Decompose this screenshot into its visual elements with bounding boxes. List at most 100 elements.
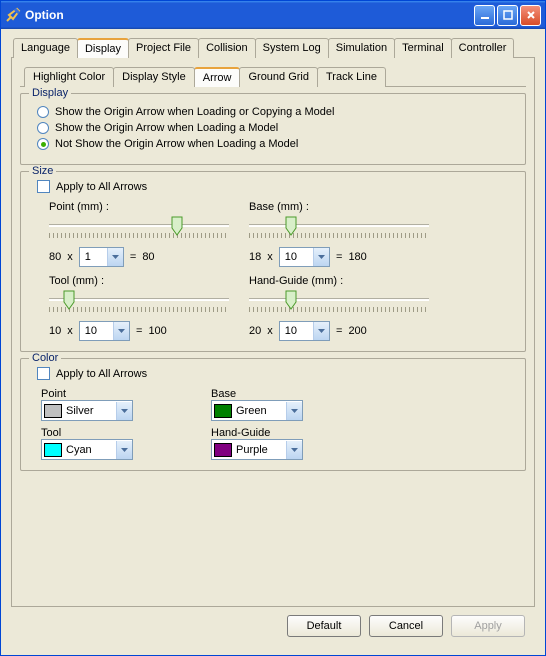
base-value: 18	[249, 251, 261, 263]
point-size-block: Point (mm) : 80 x 1 = 80	[49, 201, 229, 267]
hand-guide-label: Hand-Guide (mm) :	[249, 275, 429, 287]
color-swatch	[44, 404, 62, 418]
apply-all-arrows-size[interactable]: Apply to All Arrows	[37, 180, 515, 193]
slider-thumb[interactable]	[285, 290, 297, 310]
chevron-down-icon	[113, 322, 129, 340]
point-label: Point (mm) :	[49, 201, 229, 213]
radio-label: Not Show the Origin Arrow when Loading a…	[55, 138, 298, 150]
subtab-arrow[interactable]: Arrow	[194, 67, 241, 87]
result-value: 200	[348, 325, 366, 337]
color-swatch	[214, 443, 232, 457]
tool-mult-dropdown[interactable]: 10	[79, 321, 130, 341]
app-icon	[5, 7, 21, 23]
base-value: 20	[249, 325, 261, 337]
size-group-label: Size	[29, 165, 56, 177]
subtab-display-style[interactable]: Display Style	[113, 67, 195, 87]
sub-tabstrip: Highlight Color Display Style Arrow Grou…	[20, 66, 526, 87]
color-group-label: Color	[29, 352, 61, 364]
tool-slider[interactable]	[49, 293, 229, 315]
chevron-down-icon	[286, 441, 302, 459]
slider-thumb[interactable]	[63, 290, 75, 310]
chevron-down-icon	[116, 402, 132, 420]
minimize-button[interactable]	[474, 5, 495, 26]
radio-icon	[37, 122, 49, 134]
window-title: Option	[25, 8, 474, 22]
chevron-down-icon	[286, 402, 302, 420]
hand-guide-color-dropdown[interactable]: Purple	[211, 439, 303, 460]
color-swatch	[44, 443, 62, 457]
hand-guide-color-label: Hand-Guide	[211, 427, 371, 439]
radio-show-loading-copying[interactable]: Show the Origin Arrow when Loading or Co…	[37, 106, 515, 118]
tab-language[interactable]: Language	[13, 38, 78, 58]
base-mult-dropdown[interactable]: 10	[279, 247, 330, 267]
base-slider[interactable]	[249, 219, 429, 241]
checkbox-icon	[37, 367, 50, 380]
titlebar[interactable]: Option	[1, 1, 545, 29]
tab-display[interactable]: Display	[77, 38, 129, 58]
base-color-label: Base	[211, 388, 371, 400]
tab-controller[interactable]: Controller	[451, 38, 515, 58]
main-tabstrip: Language Display Project File Collision …	[11, 37, 535, 58]
cancel-button[interactable]: Cancel	[369, 615, 443, 637]
result-value: 80	[142, 251, 154, 263]
color-group: Color Apply to All Arrows Point Silver	[20, 358, 526, 471]
radio-label: Show the Origin Arrow when Loading a Mod…	[55, 122, 278, 134]
apply-all-arrows-color[interactable]: Apply to All Arrows	[37, 367, 515, 380]
slider-thumb[interactable]	[285, 216, 297, 236]
tab-body: Highlight Color Display Style Arrow Grou…	[11, 58, 535, 607]
checkbox-icon	[37, 180, 50, 193]
radio-icon	[37, 138, 49, 150]
base-size-block: Base (mm) : 18 x 10 = 180	[249, 201, 429, 267]
point-color-dropdown[interactable]: Silver	[41, 400, 133, 421]
base-color-dropdown[interactable]: Green	[211, 400, 303, 421]
tool-color-dropdown[interactable]: Cyan	[41, 439, 133, 460]
radio-not-show[interactable]: Not Show the Origin Arrow when Loading a…	[37, 138, 515, 150]
option-window: Option Language Display Project File Col…	[0, 0, 546, 656]
point-mult-dropdown[interactable]: 1	[79, 247, 124, 267]
hand-guide-slider[interactable]	[249, 293, 429, 315]
slider-thumb[interactable]	[171, 216, 183, 236]
subtab-highlight-color[interactable]: Highlight Color	[24, 67, 114, 87]
base-label: Base (mm) :	[249, 201, 429, 213]
checkbox-label: Apply to All Arrows	[56, 181, 147, 193]
maximize-button[interactable]	[497, 5, 518, 26]
close-button[interactable]	[520, 5, 541, 26]
point-color-block: Point Silver	[41, 388, 201, 421]
base-value: 10	[49, 325, 61, 337]
tool-color-block: Tool Cyan	[41, 427, 201, 460]
tab-terminal[interactable]: Terminal	[394, 38, 452, 58]
color-swatch	[214, 404, 232, 418]
size-group: Size Apply to All Arrows Point (mm) :	[20, 171, 526, 352]
result-value: 100	[148, 325, 166, 337]
radio-label: Show the Origin Arrow when Loading or Co…	[55, 106, 334, 118]
point-color-label: Point	[41, 388, 201, 400]
tab-project-file[interactable]: Project File	[128, 38, 199, 58]
chevron-down-icon	[116, 441, 132, 459]
chevron-down-icon	[107, 248, 123, 266]
base-color-block: Base Green	[211, 388, 371, 421]
tab-system-log[interactable]: System Log	[255, 38, 329, 58]
display-group: Display Show the Origin Arrow when Loadi…	[20, 93, 526, 165]
chevron-down-icon	[313, 322, 329, 340]
tool-size-block: Tool (mm) : 10 x 10 = 100	[49, 275, 229, 341]
tab-simulation[interactable]: Simulation	[328, 38, 395, 58]
subtab-ground-grid[interactable]: Ground Grid	[239, 67, 318, 87]
display-group-label: Display	[29, 87, 71, 99]
radio-show-loading[interactable]: Show the Origin Arrow when Loading a Mod…	[37, 122, 515, 134]
hand-guide-size-block: Hand-Guide (mm) : 20 x 10 = 200	[249, 275, 429, 341]
tab-collision[interactable]: Collision	[198, 38, 256, 58]
tool-label: Tool (mm) :	[49, 275, 229, 287]
point-slider[interactable]	[49, 219, 229, 241]
subtab-track-line[interactable]: Track Line	[317, 67, 386, 87]
default-button[interactable]: Default	[287, 615, 361, 637]
radio-icon	[37, 106, 49, 118]
hand-guide-color-block: Hand-Guide Purple	[211, 427, 371, 460]
tool-color-label: Tool	[41, 427, 201, 439]
apply-button[interactable]: Apply	[451, 615, 525, 637]
chevron-down-icon	[313, 248, 329, 266]
result-value: 180	[348, 251, 366, 263]
dialog-footer: Default Cancel Apply	[11, 607, 535, 645]
base-value: 80	[49, 251, 61, 263]
hand-guide-mult-dropdown[interactable]: 10	[279, 321, 330, 341]
checkbox-label: Apply to All Arrows	[56, 368, 147, 380]
